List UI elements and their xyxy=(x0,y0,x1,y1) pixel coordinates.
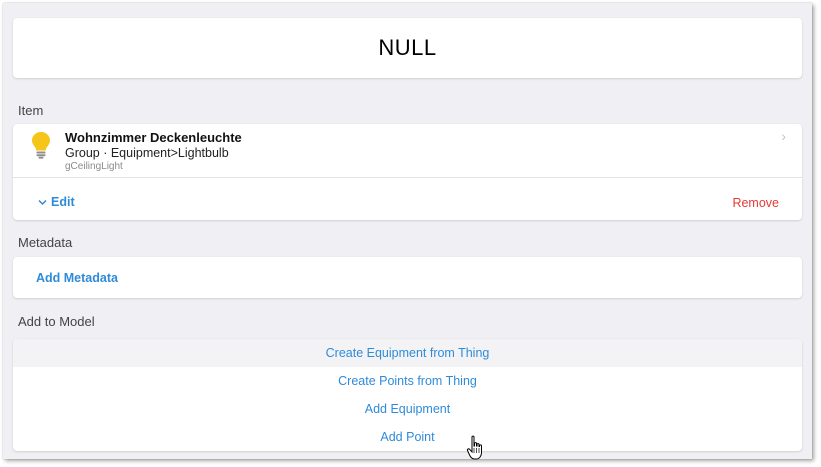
metadata-card: Add Metadata xyxy=(13,257,802,298)
item-card: Wohnzimmer Deckenleuchte Group · Equipme… xyxy=(13,124,802,220)
edit-label: Edit xyxy=(51,195,75,209)
hand-cursor-icon xyxy=(466,435,482,460)
item-row[interactable]: Wohnzimmer Deckenleuchte Group · Equipme… xyxy=(13,124,802,178)
chevron-down-icon xyxy=(38,199,47,205)
state-card: NULL xyxy=(13,18,802,78)
create-points-from-thing-button[interactable]: Create Points from Thing xyxy=(13,367,802,395)
create-equipment-from-thing-button[interactable]: Create Equipment from Thing xyxy=(13,339,802,367)
item-type: Group · Equipment>Lightbulb xyxy=(65,146,229,160)
remove-button[interactable]: Remove xyxy=(732,196,779,210)
metadata-section-title: Metadata xyxy=(18,235,73,250)
state-value: NULL xyxy=(378,35,437,60)
edit-button[interactable]: Edit xyxy=(38,195,75,209)
add-to-model-card: Create Equipment from Thing Create Point… xyxy=(13,339,802,451)
window-frame: NULL Item Wohnzimmer Deckenleuchte Group… xyxy=(3,3,812,459)
item-id: gCeilingLight xyxy=(65,161,123,172)
lightbulb-icon xyxy=(32,132,50,159)
add-point-button[interactable]: Add Point xyxy=(13,423,802,451)
item-name: Wohnzimmer Deckenleuchte xyxy=(65,130,242,145)
model-section-title: Add to Model xyxy=(18,314,95,329)
item-section-title: Item xyxy=(18,103,44,118)
add-metadata-button[interactable]: Add Metadata xyxy=(36,271,118,285)
add-equipment-button[interactable]: Add Equipment xyxy=(13,395,802,423)
chevron-right-icon: › xyxy=(781,128,786,144)
